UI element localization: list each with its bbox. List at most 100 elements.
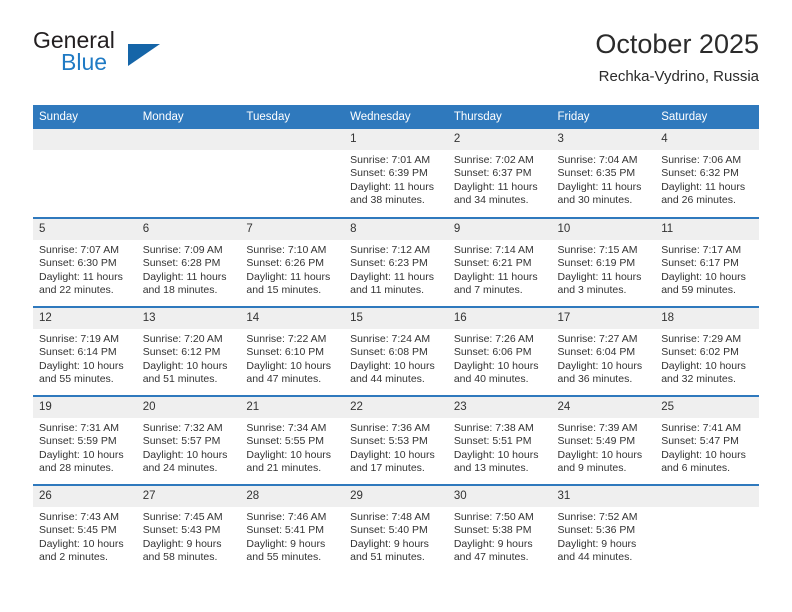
calendar-page: General Blue October 2025 Rechka-Vydrino… (0, 0, 792, 612)
day-daylight2-text: and 34 minutes. (453, 194, 529, 207)
calendar-day-cell[interactable]: 2 Sunrise: 7:02 AM Sunset: 6:37 PM Daylight… (447, 129, 552, 219)
calendar-day-cell[interactable]: 28 Sunrise: 7:46 AM Sunset: 5:41 PM Dayligh… (240, 485, 345, 574)
day-daylight2-text: and 17 minutes. (350, 462, 425, 475)
day-cell-content: 22 Sunrise: 7:36 AM Sunset: 5:53 PM Dayligh… (344, 397, 448, 484)
day-sunrise-text: Sunrise: 7:36 AM (350, 422, 431, 434)
calendar-day-cell[interactable]: 21 Sunrise: 7:34 AM Sunset: 5:55 PM Dayligh… (240, 396, 345, 486)
day-sunset-text: Sunset: 6:39 PM (350, 167, 428, 180)
day-daylight1-text: Daylight: 11 hours (453, 270, 538, 283)
day-sunrise-text: Sunrise: 7:50 AM (453, 511, 534, 523)
day-sunrise-text: Sunrise: 7:19 AM (39, 333, 119, 345)
day-sunset-text: Sunset: 5:59 PM (39, 435, 117, 448)
day-sunrise-text: Sunrise: 7:31 AM (39, 422, 119, 434)
day-number: 28 (240, 486, 345, 507)
day-sunset-text: Sunset: 6:35 PM (557, 167, 636, 180)
calendar-day-cell[interactable]: 19 Sunrise: 7:31 AM Sunset: 5:59 PM Dayligh… (33, 396, 137, 486)
day-cell-content (655, 486, 759, 574)
calendar-day-cell[interactable]: 26 Sunrise: 7:43 AM Sunset: 5:45 PM Dayligh… (33, 485, 137, 574)
calendar-day-cell[interactable]: 20 Sunrise: 7:32 AM Sunset: 5:57 PM Dayligh… (136, 396, 241, 486)
calendar-day-cell[interactable]: 14 Sunrise: 7:22 AM Sunset: 6:10 PM Dayligh… (240, 307, 345, 397)
calendar-day-cell[interactable]: 6 Sunrise: 7:09 AM Sunset: 6:28 PM Daylight… (136, 218, 241, 308)
day-sunset-text: Sunset: 5:57 PM (142, 435, 221, 448)
calendar-day-cell[interactable]: 15 Sunrise: 7:24 AM Sunset: 6:08 PM Dayligh… (344, 307, 448, 397)
day-daylight1-text: Daylight: 10 hours (350, 448, 435, 461)
day-sunrise-text: Sunrise: 7:45 AM (142, 511, 223, 523)
day-details: Sunrise: 7:19 AM Sunset: 6:14 PM Daylight:… (33, 329, 137, 387)
day-cell-content (136, 129, 241, 217)
day-number (136, 129, 241, 150)
calendar-day-cell[interactable]: 3 Sunrise: 7:04 AM Sunset: 6:35 PM Daylight… (551, 129, 656, 219)
day-details: Sunrise: 7:24 AM Sunset: 6:08 PM Daylight:… (344, 329, 448, 387)
day-daylight1-text: Daylight: 11 hours (350, 270, 434, 283)
calendar-week-row: 1 Sunrise: 7:01 AM Sunset: 6:39 PM Daylight… (33, 129, 759, 219)
day-details: Sunrise: 7:41 AM Sunset: 5:47 PM Daylight:… (655, 418, 759, 476)
day-number: 4 (655, 129, 759, 150)
day-sunset-text: Sunset: 5:36 PM (557, 524, 636, 537)
calendar-day-cell[interactable]: 13 Sunrise: 7:20 AM Sunset: 6:12 PM Dayligh… (136, 307, 241, 397)
calendar-day-cell[interactable]: 16 Sunrise: 7:26 AM Sunset: 6:06 PM Dayligh… (447, 307, 552, 397)
day-details: Sunrise: 7:04 AM Sunset: 6:35 PM Daylight:… (552, 150, 656, 208)
day-details: Sunrise: 7:50 AM Sunset: 5:38 PM Daylight:… (448, 507, 552, 565)
day-details: Sunrise: 7:10 AM Sunset: 6:26 PM Daylight:… (240, 240, 344, 298)
day-details: Sunrise: 7:15 AM Sunset: 6:19 PM Daylight:… (552, 240, 656, 298)
day-daylight1-text: Daylight: 10 hours (142, 359, 228, 372)
day-daylight2-text: and 55 minutes. (246, 551, 322, 564)
calendar-day-cell[interactable]: 25 Sunrise: 7:41 AM Sunset: 5:47 PM Dayligh… (655, 396, 759, 486)
day-daylight2-text: and 47 minutes. (453, 551, 529, 564)
day-cell-content: 29 Sunrise: 7:48 AM Sunset: 5:40 PM Dayligh… (344, 486, 448, 574)
day-sunset-text: Sunset: 5:43 PM (142, 524, 221, 537)
day-number (655, 486, 759, 507)
day-sunset-text: Sunset: 6:08 PM (350, 346, 428, 359)
calendar-day-cell[interactable]: 5 Sunrise: 7:07 AM Sunset: 6:30 PM Daylight… (33, 218, 137, 308)
calendar-day-cell[interactable]: 18 Sunrise: 7:29 AM Sunset: 6:02 PM Dayligh… (655, 307, 759, 397)
day-number: 1 (344, 129, 448, 150)
calendar-day-cell[interactable]: 11 Sunrise: 7:17 AM Sunset: 6:17 PM Dayligh… (655, 218, 759, 308)
day-sunset-text: Sunset: 5:49 PM (557, 435, 636, 448)
day-sunset-text: Sunset: 6:17 PM (661, 257, 739, 270)
day-cell-content: 6 Sunrise: 7:09 AM Sunset: 6:28 PM Daylight… (136, 219, 241, 306)
day-number: 27 (136, 486, 241, 507)
weekday-header-friday: Friday (551, 105, 656, 129)
calendar-day-cell[interactable]: 17 Sunrise: 7:27 AM Sunset: 6:04 PM Dayligh… (551, 307, 656, 397)
calendar-day-cell[interactable]: 1 Sunrise: 7:01 AM Sunset: 6:39 PM Daylight… (344, 129, 448, 219)
day-cell-content: 10 Sunrise: 7:15 AM Sunset: 6:19 PM Dayligh… (551, 219, 656, 306)
day-sunrise-text: Sunrise: 7:38 AM (453, 422, 534, 434)
calendar-day-cell[interactable]: 4 Sunrise: 7:06 AM Sunset: 6:32 PM Daylight… (655, 129, 759, 219)
day-sunset-text: Sunset: 6:10 PM (246, 346, 325, 359)
day-daylight2-text: and 59 minutes. (661, 284, 736, 297)
calendar-day-cell[interactable]: 23 Sunrise: 7:38 AM Sunset: 5:51 PM Dayligh… (447, 396, 552, 486)
calendar-day-cell[interactable]: 22 Sunrise: 7:36 AM Sunset: 5:53 PM Dayligh… (344, 396, 448, 486)
day-sunrise-text: Sunrise: 7:01 AM (350, 154, 431, 166)
day-daylight2-text: and 51 minutes. (350, 551, 425, 564)
day-cell-content: 24 Sunrise: 7:39 AM Sunset: 5:49 PM Dayligh… (551, 397, 656, 484)
day-number: 19 (33, 397, 137, 418)
calendar-day-cell[interactable]: 7 Sunrise: 7:10 AM Sunset: 6:26 PM Daylight… (240, 218, 345, 308)
calendar-day-cell[interactable]: 10 Sunrise: 7:15 AM Sunset: 6:19 PM Dayligh… (551, 218, 656, 308)
calendar-day-cell[interactable]: 27 Sunrise: 7:45 AM Sunset: 5:43 PM Dayligh… (136, 485, 241, 574)
day-daylight2-text: and 28 minutes. (39, 462, 114, 475)
day-number: 26 (33, 486, 137, 507)
day-sunset-text: Sunset: 5:47 PM (661, 435, 739, 448)
calendar-day-cell[interactable]: 29 Sunrise: 7:48 AM Sunset: 5:40 PM Dayligh… (344, 485, 448, 574)
calendar-day-cell[interactable]: 9 Sunrise: 7:14 AM Sunset: 6:21 PM Daylight… (447, 218, 552, 308)
day-sunrise-text: Sunrise: 7:06 AM (661, 154, 742, 166)
calendar-day-cell[interactable]: 24 Sunrise: 7:39 AM Sunset: 5:49 PM Dayligh… (551, 396, 656, 486)
day-number: 14 (240, 308, 345, 329)
day-cell-content: 31 Sunrise: 7:52 AM Sunset: 5:36 PM Dayligh… (551, 486, 656, 574)
day-number: 30 (447, 486, 552, 507)
calendar-day-cell[interactable]: 8 Sunrise: 7:12 AM Sunset: 6:23 PM Daylight… (344, 218, 448, 308)
day-sunrise-text: Sunrise: 7:17 AM (661, 244, 742, 256)
day-sunset-text: Sunset: 6:12 PM (142, 346, 221, 359)
day-cell-content: 9 Sunrise: 7:14 AM Sunset: 6:21 PM Daylight… (447, 219, 552, 306)
day-number (240, 129, 345, 150)
day-sunrise-text: Sunrise: 7:27 AM (557, 333, 638, 345)
day-daylight1-text: Daylight: 10 hours (142, 448, 228, 461)
day-sunrise-text: Sunrise: 7:02 AM (453, 154, 534, 166)
day-daylight2-text: and 22 minutes. (39, 284, 114, 297)
day-sunrise-text: Sunrise: 7:04 AM (557, 154, 638, 166)
day-details: Sunrise: 7:12 AM Sunset: 6:23 PM Daylight:… (344, 240, 448, 298)
brand-logo[interactable]: General Blue (33, 28, 253, 88)
calendar-day-cell[interactable]: 12 Sunrise: 7:19 AM Sunset: 6:14 PM Dayligh… (33, 307, 137, 397)
calendar-day-cell[interactable]: 31 Sunrise: 7:52 AM Sunset: 5:36 PM Dayligh… (551, 485, 656, 574)
calendar-day-cell[interactable]: 30 Sunrise: 7:50 AM Sunset: 5:38 PM Dayligh… (447, 485, 552, 574)
